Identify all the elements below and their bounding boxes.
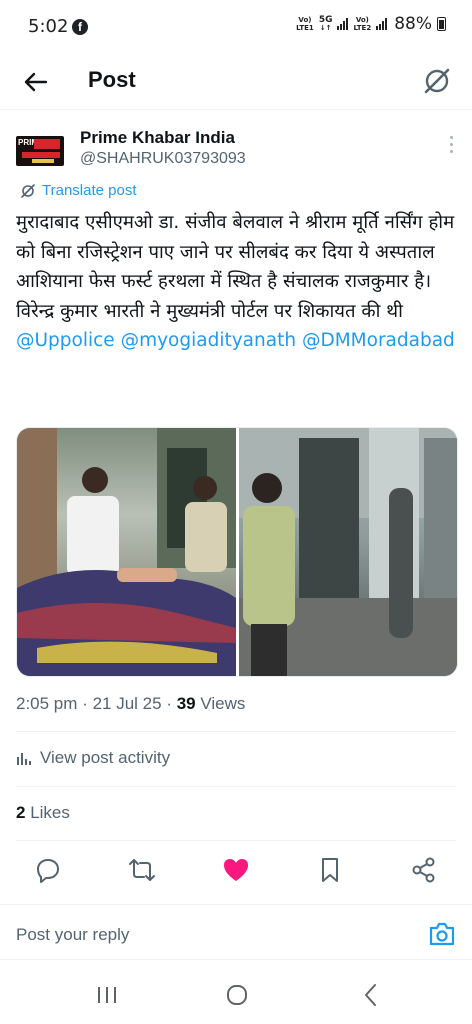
view-post-activity-link[interactable]: View post activity — [16, 748, 170, 768]
mention-link[interactable]: @Uppolice — [16, 330, 115, 351]
back-button[interactable] — [20, 66, 52, 98]
bookmark-icon — [322, 858, 338, 882]
post-body: मुरादाबाद एसीएमओ डा. संजीव बेलवाल ने श्र… — [16, 212, 455, 322]
post-actions — [0, 850, 472, 890]
status-time: 5:02 — [28, 16, 69, 37]
reply-icon — [37, 859, 59, 883]
views-label: Views — [200, 694, 246, 713]
sim1-label: Vo) LTE1 — [296, 16, 314, 32]
arrow-left-icon — [24, 72, 48, 92]
bar-chart-icon — [17, 753, 31, 765]
status-bar: 5:02 f Vo) LTE1 5G ↓↑ Vo) LTE2 88% — [0, 0, 472, 56]
divider — [16, 786, 456, 787]
photo-scene — [238, 428, 457, 676]
post-date: 21 Jul 25 — [92, 694, 162, 713]
repost-button[interactable] — [128, 856, 156, 884]
reply-button[interactable] — [34, 856, 62, 884]
post-photo[interactable] — [238, 428, 457, 676]
camera-icon — [429, 922, 455, 946]
system-nav-bar — [0, 968, 472, 1024]
camera-button[interactable] — [428, 921, 456, 947]
status-indicators: Vo) LTE1 5G ↓↑ Vo) LTE2 88% — [296, 14, 446, 34]
views-count: 39 — [176, 694, 196, 713]
avatar[interactable]: PRIME — [16, 136, 64, 166]
translate-label: Translate post — [42, 182, 137, 199]
reply-bar: Post your reply — [0, 904, 472, 960]
battery-icon — [437, 17, 446, 31]
divider — [16, 731, 456, 732]
home-icon — [227, 985, 247, 1005]
likes-label: Likes — [30, 803, 70, 822]
grok-button[interactable] — [420, 64, 454, 98]
photo-scene — [17, 428, 236, 676]
top-app-bar: Post — [0, 56, 472, 110]
facebook-icon: f — [72, 19, 88, 35]
battery-percent: 88% — [394, 14, 432, 34]
repost-icon — [129, 859, 155, 881]
recents-button[interactable] — [92, 980, 122, 1010]
share-icon — [412, 857, 435, 883]
home-button[interactable] — [222, 980, 252, 1010]
translate-post-link[interactable]: Translate post — [20, 182, 137, 199]
likes-count: 2 — [16, 803, 26, 822]
post-author: PRIME Prime Khabar India @SHAHRUK0379309… — [0, 128, 472, 174]
grok-icon — [424, 68, 450, 94]
mention-link[interactable]: @myogiadityanath — [121, 330, 296, 351]
divider — [16, 840, 456, 841]
reply-input[interactable]: Post your reply — [16, 925, 129, 945]
grok-icon — [21, 183, 35, 198]
post-time: 2:05 pm — [16, 694, 78, 713]
share-button[interactable] — [410, 856, 438, 884]
likes-count-link[interactable]: 2 Likes — [16, 803, 70, 823]
signal-icon — [376, 18, 388, 30]
recents-icon — [98, 987, 116, 1003]
author-handle[interactable]: @SHAHRUK03793093 — [80, 150, 246, 168]
like-button[interactable] — [222, 856, 250, 884]
post-media — [16, 427, 458, 677]
bookmark-button[interactable] — [316, 856, 344, 884]
like-icon — [224, 859, 248, 881]
post-photo[interactable] — [17, 428, 236, 676]
post-text: मुरादाबाद एसीएमओ डा. संजीव बेलवाल ने श्र… — [16, 208, 460, 356]
mention-link[interactable]: @DMMoradabad — [302, 330, 455, 351]
activity-label: View post activity — [40, 748, 171, 767]
sim2-label: Vo) LTE2 — [353, 16, 372, 32]
more-options-button[interactable] — [448, 136, 454, 158]
signal-icon — [337, 18, 349, 30]
author-name[interactable]: Prime Khabar India — [80, 128, 235, 148]
page-title: Post — [88, 67, 136, 92]
back-icon — [365, 984, 376, 1006]
network-type-label: 5G ↓↑ — [318, 15, 333, 33]
post-meta: 2:05 pm · 21 Jul 25 · 39 Views — [16, 694, 246, 713]
nav-back-button[interactable] — [356, 980, 386, 1010]
